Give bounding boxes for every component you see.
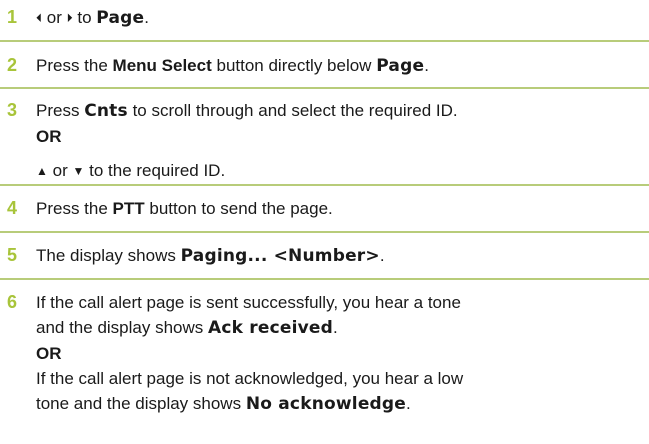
left-arrow-icon: ⏴: [36, 11, 43, 25]
or-label: OR: [36, 127, 62, 146]
divider: [0, 278, 649, 280]
button-name: PTT: [112, 199, 145, 218]
step-text: Press the Menu Select button directly be…: [36, 56, 429, 76]
step-number: 2: [7, 55, 18, 75]
display-text: Page: [376, 56, 425, 76]
down-arrow-icon: ▼: [72, 164, 85, 178]
right-arrow-icon: ⏵: [66, 11, 73, 25]
step-number: 6: [7, 292, 18, 312]
display-text: Paging... <Number>: [180, 246, 380, 266]
step-text: ⏴ or ⏵ to Page.: [36, 8, 149, 28]
step-text: Press Cnts to scroll through and select …: [36, 101, 458, 180]
display-text: Cnts: [84, 101, 128, 121]
display-text: Page: [96, 8, 145, 28]
divider: [0, 40, 649, 42]
step-number: 4: [7, 198, 18, 218]
step-number: 3: [7, 100, 18, 120]
step-number: 5: [7, 245, 18, 265]
step-number: 1: [7, 7, 18, 27]
step-text: Press the PTT button to send the page.: [36, 199, 333, 218]
up-arrow-icon: ▲: [36, 164, 48, 178]
display-text: No acknowledge: [245, 394, 407, 414]
display-text: Ack received: [208, 318, 334, 338]
divider: [0, 87, 649, 89]
divider: [0, 184, 649, 186]
step-text: The display shows Paging... <Number>.: [36, 246, 385, 266]
or-label: OR: [36, 344, 62, 363]
step-text: If the call alert page is sent successfu…: [36, 293, 464, 414]
divider: [0, 231, 649, 233]
button-name: Menu Select: [112, 56, 212, 75]
